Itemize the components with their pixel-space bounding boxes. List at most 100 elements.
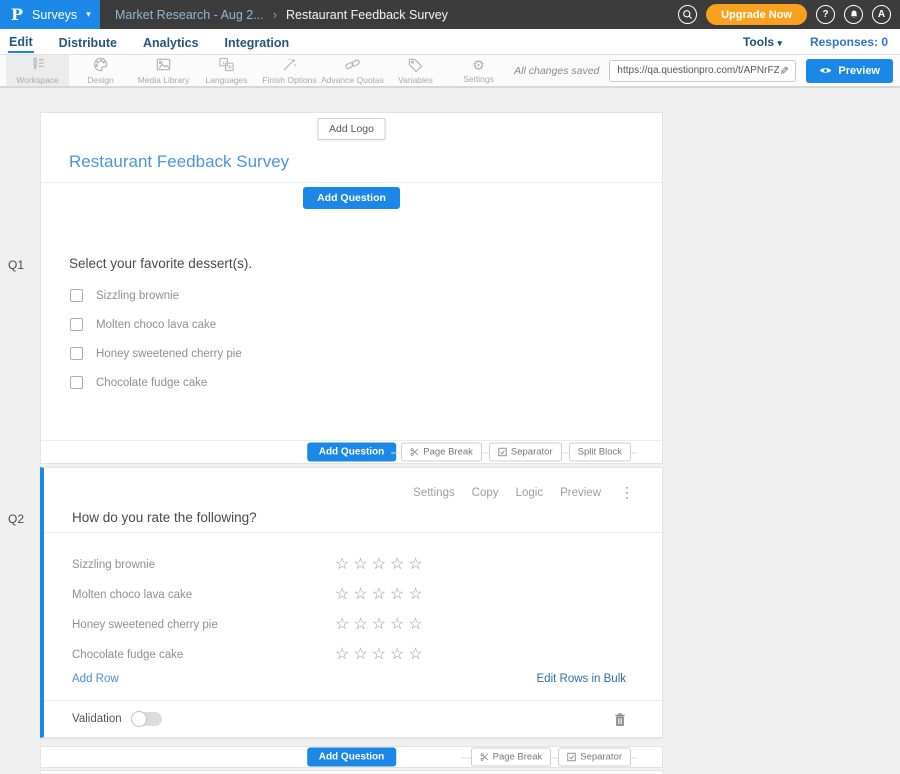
star-rating[interactable]: ☆☆☆☆☆ <box>335 587 427 603</box>
add-question-button-top[interactable]: Add Question <box>303 187 400 209</box>
checkbox[interactable] <box>70 318 83 331</box>
add-question-button-mid[interactable]: Add Question <box>307 443 397 462</box>
kebab-menu-icon[interactable]: ⋮ <box>620 484 634 501</box>
divider <box>41 182 662 183</box>
tab-integration[interactable]: Integration <box>224 32 291 52</box>
checkbox-checked-icon <box>498 448 507 457</box>
q2-menu-item[interactable]: Preview <box>560 487 601 499</box>
q2-question-card[interactable]: Settings Copy Logic Preview ⋮ How do you ra… <box>40 467 663 738</box>
option-label: Molten choco lava cake <box>96 319 216 331</box>
q2-menu-item[interactable]: Copy <box>472 487 499 499</box>
q2-row-actions: Add Row Edit Rows in Bulk <box>72 673 626 685</box>
star-rating[interactable]: ☆☆☆☆☆ <box>335 617 427 633</box>
q1-option[interactable]: Honey sweetened cherry pie <box>70 347 242 360</box>
q1-options: Sizzling brownie Molten choco lava cake … <box>70 289 242 389</box>
toolbar-right: All changes saved ✎ Preview <box>514 55 900 86</box>
survey-canvas: Q1 Q2 Add Logo Restaurant Feedback Surve… <box>0 88 900 774</box>
workspace-icon <box>29 56 46 73</box>
q1-option[interactable]: Molten choco lava cake <box>70 318 242 331</box>
toolbar-item-media-library[interactable]: Media Library <box>132 55 195 86</box>
survey-title[interactable]: Restaurant Feedback Survey <box>69 152 289 172</box>
add-row-link[interactable]: Add Row <box>72 673 119 685</box>
toolbar-item-advance-quotas[interactable]: Advance Quotas <box>321 55 384 86</box>
help-button[interactable]: ? <box>816 5 835 24</box>
toolbar-item-workspace[interactable]: Workspace <box>6 55 69 86</box>
survey-header-card: Add Logo Restaurant Feedback Survey Add … <box>40 112 663 464</box>
account-avatar[interactable]: A <box>872 5 891 24</box>
nav-right: Tools ▾ Responses: 0 <box>743 35 900 49</box>
add-logo-button[interactable]: Add Logo <box>317 118 386 140</box>
bell-icon <box>849 9 859 20</box>
insert-actions-2: Page Break Separator <box>471 748 631 767</box>
tag-icon <box>407 56 424 73</box>
save-status: All changes saved <box>514 65 599 77</box>
svg-text:x: x <box>222 60 225 66</box>
delete-question-button[interactable] <box>614 712 626 727</box>
next-question-card <box>40 770 663 774</box>
star-rating[interactable]: ☆☆☆☆☆ <box>335 647 427 663</box>
checkbox-checked-icon <box>567 753 576 762</box>
rating-row: Chocolate fudge cake ☆☆☆☆☆ <box>72 640 634 670</box>
search-button[interactable] <box>678 5 697 24</box>
tab-distribute[interactable]: Distribute <box>58 32 118 52</box>
palette-icon <box>92 56 109 73</box>
tools-menu[interactable]: Tools ▾ <box>743 35 782 49</box>
validation-toggle[interactable] <box>132 712 162 726</box>
responses-count[interactable]: Responses: 0 <box>810 35 888 49</box>
separator-button[interactable]: Separator <box>489 443 562 462</box>
q2-menu-item[interactable]: Logic <box>516 487 544 499</box>
edit-url-icon[interactable]: ✎ <box>777 66 790 75</box>
toolbar-item-variables[interactable]: Variables <box>384 55 447 86</box>
add-question-button-bottom[interactable]: Add Question <box>307 748 397 767</box>
q2-marker: Q2 <box>8 512 24 526</box>
breadcrumb-survey-name: Restaurant Feedback Survey <box>286 8 448 22</box>
topbar-actions: Upgrade Now ? A <box>678 4 900 25</box>
edit-toolbar: Workspace Design Media Library xA Langua… <box>0 55 900 88</box>
survey-url-input[interactable] <box>617 65 779 76</box>
top-bar: P Surveys ▾ Market Research - Aug 2... ›… <box>0 0 900 29</box>
page-break-button[interactable]: Page Break <box>471 748 552 767</box>
divider <box>44 532 662 533</box>
checkbox[interactable] <box>70 289 83 302</box>
breadcrumb-project[interactable]: Market Research - Aug 2... <box>115 8 264 22</box>
checkbox[interactable] <box>70 376 83 389</box>
q2-action-menu: Settings Copy Logic Preview ⋮ <box>413 484 634 501</box>
chain-links-icon <box>344 56 361 73</box>
page-break-button[interactable]: Page Break <box>401 443 482 462</box>
separator-button[interactable]: Separator <box>558 748 631 767</box>
scissors-icon <box>480 753 489 762</box>
search-icon <box>682 9 693 20</box>
tab-edit[interactable]: Edit <box>8 31 34 53</box>
split-block-button[interactable]: Split Block <box>569 443 631 462</box>
q1-option[interactable]: Sizzling brownie <box>70 289 242 302</box>
q1-question-text[interactable]: Select your favorite dessert(s). <box>69 256 252 271</box>
scissors-icon <box>410 448 419 457</box>
checkbox[interactable] <box>70 347 83 360</box>
option-label: Sizzling brownie <box>96 290 179 302</box>
q1-option[interactable]: Chocolate fudge cake <box>70 376 242 389</box>
trash-icon <box>614 712 626 727</box>
edit-rows-in-bulk-link[interactable]: Edit Rows in Bulk <box>537 673 626 685</box>
q2-question-text[interactable]: How do you rate the following? <box>72 510 257 525</box>
q2-menu-item[interactable]: Settings <box>413 487 455 499</box>
survey-nav: Edit Distribute Analytics Integration To… <box>0 29 900 55</box>
toolbar-item-design[interactable]: Design <box>69 55 132 86</box>
toolbar-item-languages[interactable]: xA Languages <box>195 55 258 86</box>
preview-button[interactable]: Preview <box>806 59 893 83</box>
notifications-button[interactable] <box>844 5 863 24</box>
gear-icon: ⚙ <box>472 58 485 72</box>
q2-menu-items: Settings Copy Logic Preview <box>413 487 601 499</box>
star-rating[interactable]: ☆☆☆☆☆ <box>335 557 427 573</box>
insert-row-1: Add Question Page Break Separator Split … <box>41 440 662 463</box>
product-menu[interactable]: P Surveys ▾ <box>0 0 100 29</box>
rating-row-label: Honey sweetened cherry pie <box>72 619 335 631</box>
questionpro-logo: P <box>11 5 23 24</box>
tab-analytics[interactable]: Analytics <box>142 32 200 52</box>
chevron-down-icon: ▾ <box>777 38 782 48</box>
insert-actions-1: Page Break Separator Split Block <box>401 443 631 462</box>
q2-validation-row: Validation <box>72 701 626 737</box>
upgrade-now-button[interactable]: Upgrade Now <box>706 4 807 25</box>
toolbar-item-settings[interactable]: ⚙ Settings <box>447 55 510 86</box>
survey-url-box: ✎ <box>609 60 796 82</box>
toolbar-item-finish-options[interactable]: Finish Options <box>258 55 321 86</box>
